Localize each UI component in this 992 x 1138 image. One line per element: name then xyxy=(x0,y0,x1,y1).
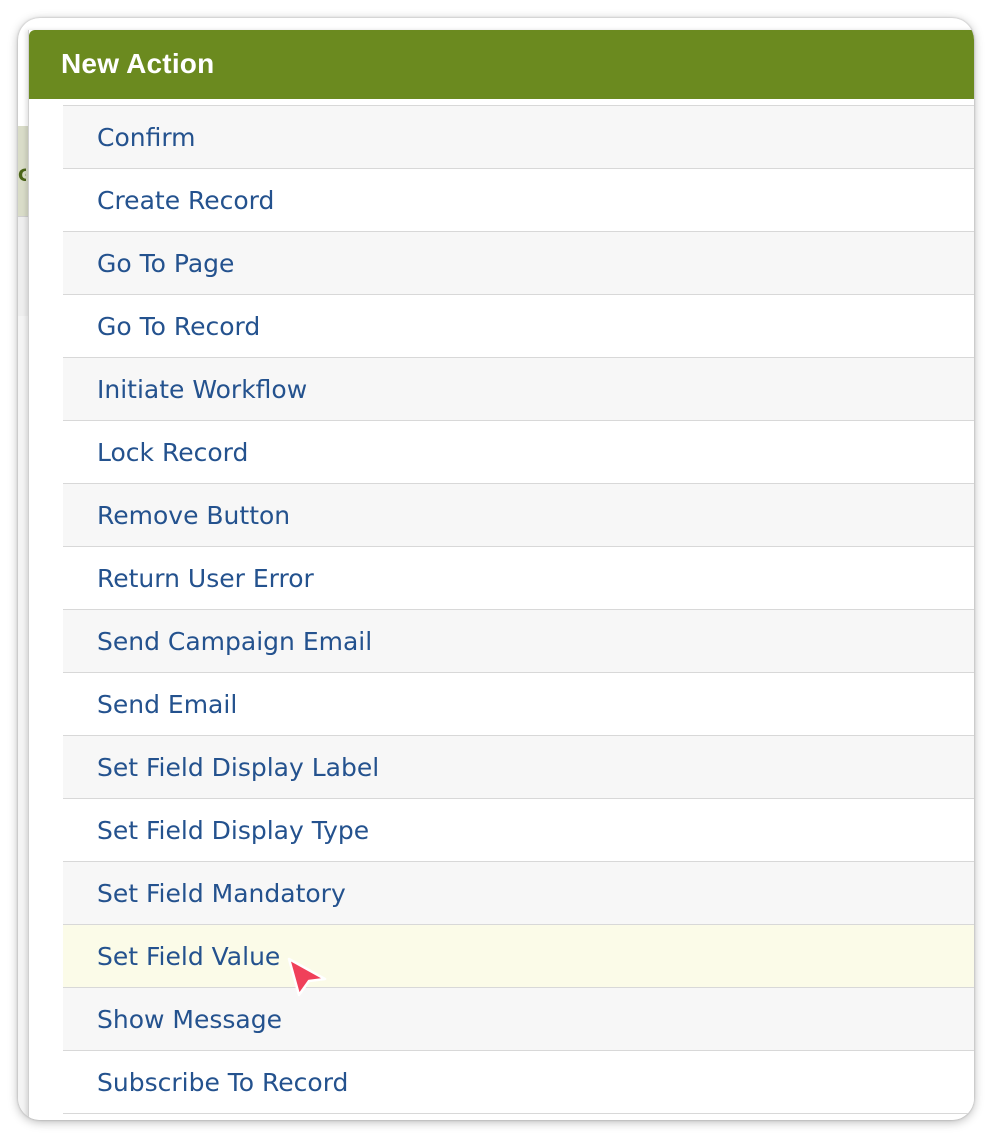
action-item-lock-record[interactable]: Lock Record xyxy=(63,421,974,484)
action-item-create-record[interactable]: Create Record xyxy=(63,169,974,232)
action-item-label: Set Field Value xyxy=(97,941,281,971)
page: G New Action Confirm Create Record Go To P… xyxy=(0,0,992,1138)
action-item-subscribe-to-record[interactable]: Subscribe To Record xyxy=(63,1051,974,1114)
action-item-label: Set Field Display Label xyxy=(97,752,380,782)
new-action-dialog: New Action Confirm Create Record Go To Pag… xyxy=(28,30,974,1120)
action-list: Confirm Create Record Go To Page Go To Reco… xyxy=(63,105,974,1114)
action-item-go-to-page[interactable]: Go To Page xyxy=(63,232,974,295)
action-item-initiate-workflow[interactable]: Initiate Workflow xyxy=(63,358,974,421)
action-item-label: Confirm xyxy=(97,122,196,152)
action-item-label: Initiate Workflow xyxy=(97,374,308,404)
action-item-label: Go To Page xyxy=(97,248,235,278)
action-item-label: Show Message xyxy=(97,1004,282,1034)
action-item-set-field-display-type[interactable]: Set Field Display Type xyxy=(63,799,974,862)
action-item-label: Send Email xyxy=(97,689,238,719)
dialog-header: New Action xyxy=(29,30,974,99)
action-item-label: Set Field Mandatory xyxy=(97,878,346,908)
action-item-set-field-value[interactable]: Set Field Value xyxy=(63,925,974,988)
action-item-label: Go To Record xyxy=(97,311,261,341)
action-item-label: Lock Record xyxy=(97,437,249,467)
action-item-show-message[interactable]: Show Message xyxy=(63,988,974,1051)
action-item-set-field-display-label[interactable]: Set Field Display Label xyxy=(63,736,974,799)
background-partial-glyph: G xyxy=(18,166,26,184)
action-item-remove-button[interactable]: Remove Button xyxy=(63,484,974,547)
action-item-return-user-error[interactable]: Return User Error xyxy=(63,547,974,610)
action-item-label: Return User Error xyxy=(97,563,314,593)
action-item-label: Set Field Display Type xyxy=(97,815,370,845)
action-item-label: Remove Button xyxy=(97,500,291,530)
action-item-go-to-record[interactable]: Go To Record xyxy=(63,295,974,358)
dialog-title: New Action xyxy=(61,48,215,79)
action-item-label: Create Record xyxy=(97,185,275,215)
action-item-label: Subscribe To Record xyxy=(97,1067,349,1097)
app-window: G New Action Confirm Create Record Go To P… xyxy=(18,18,974,1120)
action-item-send-campaign-email[interactable]: Send Campaign Email xyxy=(63,610,974,673)
action-item-confirm[interactable]: Confirm xyxy=(63,106,974,169)
action-item-label: Send Campaign Email xyxy=(97,626,373,656)
action-item-send-email[interactable]: Send Email xyxy=(63,673,974,736)
action-item-set-field-mandatory[interactable]: Set Field Mandatory xyxy=(63,862,974,925)
